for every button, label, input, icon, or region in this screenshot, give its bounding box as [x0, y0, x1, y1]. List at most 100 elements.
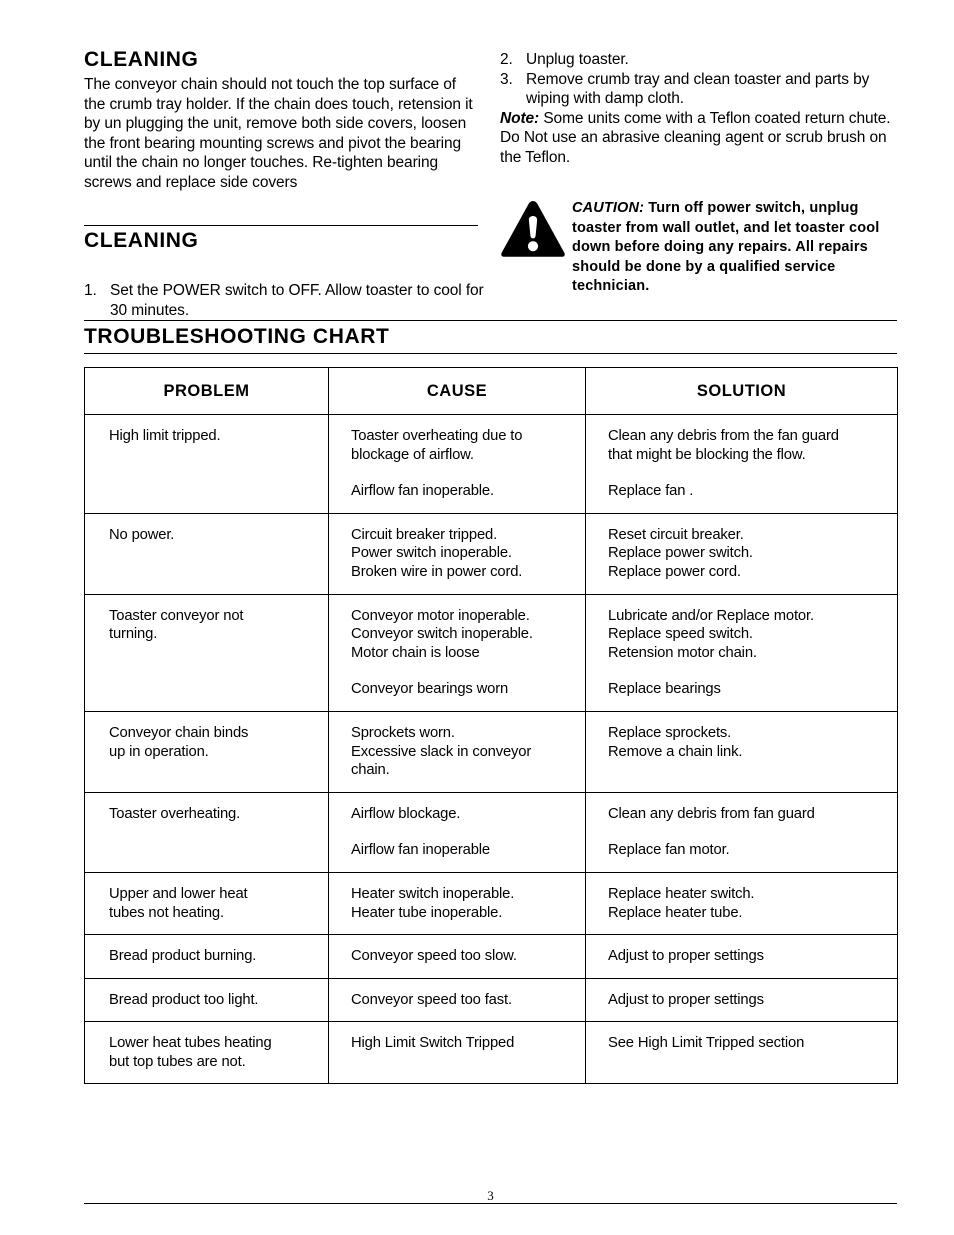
table-row: Bread product too light. Conveyor speed t…	[84, 977, 898, 1023]
footer-divider	[84, 1203, 897, 1204]
list-item: 3. Remove crumb tray and clean toaster an…	[500, 70, 898, 109]
cell-text: Toaster conveyor not turning.	[109, 607, 244, 643]
warning-triangle-icon	[500, 196, 572, 263]
divider	[84, 353, 897, 355]
right-column: 2. Unplug toaster. 3. Remove crumb tray an…	[500, 50, 898, 168]
page-number: 3	[487, 1188, 494, 1203]
table-cell-cause: High Limit Switch Tripped	[328, 1021, 586, 1085]
column-header-solution: SOLUTION	[585, 367, 898, 415]
cell-text: Conveyor bearings worn	[351, 681, 509, 698]
list-item-label: Remove crumb tray and clean toaster and …	[526, 70, 870, 108]
caution-label: CAUTION:	[572, 200, 645, 216]
cell-text: Toaster overheating.	[109, 805, 241, 822]
table-cell-cause: Conveyor motor inoperable. Conveyor swit…	[328, 593, 586, 712]
teflon-note: Note: Some units come with a Teflon coat…	[500, 109, 898, 168]
troubleshooting-table: PROBLEM CAUSE SOLUTION High limit trippe…	[84, 367, 898, 1085]
table-cell-problem: Toaster conveyor not turning.	[84, 593, 329, 712]
table-cell-solution: Clean any debris from the fan guard that…	[585, 414, 898, 514]
numbered-list: 1. Set the POWER switch to OFF. Allow toa…	[84, 281, 484, 320]
table-cell-problem: Bread product burning.	[84, 934, 329, 979]
caution-text-block: CAUTION: Turn off power switch, unplug t…	[572, 196, 900, 297]
cell-text: Conveyor speed too fast.	[351, 991, 512, 1008]
cell-spacer	[351, 464, 585, 482]
table-row: Toaster overheating. Airflow blockage. Air…	[84, 791, 898, 873]
table-cell-problem: Toaster overheating.	[84, 791, 329, 873]
table-cell-cause: Toaster overheating due to blockage of a…	[328, 414, 586, 514]
cell-text: Circuit breaker tripped. Power switch in…	[351, 526, 523, 580]
cell-spacer	[608, 662, 897, 680]
table-cell-cause: Conveyor speed too fast.	[328, 977, 586, 1023]
table-header-row: PROBLEM CAUSE SOLUTION	[84, 367, 898, 415]
table-cell-problem: Upper and lower heat tubes not heating.	[84, 871, 329, 936]
cell-text: See High Limit Tripped section	[608, 1035, 805, 1052]
table-row: Upper and lower heat tubes not heating. H…	[84, 871, 898, 936]
cell-text: Toaster overheating due to blockage of a…	[351, 428, 523, 463]
cleaning-heading-2: CLEANING	[84, 229, 199, 252]
list-item-number: 2.	[500, 51, 513, 68]
table-cell-problem: High limit tripped.	[84, 414, 329, 514]
cell-text: Clean any debris from the fan guard that…	[608, 428, 839, 463]
list-item-label: Unplug toaster.	[526, 51, 629, 68]
table-cell-problem: No power.	[84, 512, 329, 595]
note-label: Note:	[500, 109, 540, 127]
cell-text: Replace sprockets. Remove a chain link.	[608, 724, 743, 760]
cell-text: Airflow blockage.	[351, 805, 461, 822]
cell-spacer	[351, 662, 585, 680]
table-cell-cause: Circuit breaker tripped. Power switch in…	[328, 512, 586, 595]
table-cell-solution: Adjust to proper settings	[585, 977, 898, 1023]
cell-text: Replace fan motor.	[608, 842, 730, 859]
table-cell-problem: Bread product too light.	[84, 977, 329, 1023]
table-row: Bread product burning. Conveyor speed too…	[84, 934, 898, 979]
cleaning-heading: CLEANING	[84, 48, 199, 71]
table-cell-solution: Lubricate and/or Replace motor. Replace …	[585, 593, 898, 712]
table-cell-cause: Sprockets worn. Excessive slack in conve…	[328, 710, 586, 793]
page-footer: 3	[84, 1188, 897, 1204]
cell-text: Lower heat tubes heating but top tubes a…	[109, 1035, 272, 1070]
cell-spacer	[608, 464, 897, 482]
cleaning-paragraph: The conveyor chain should not touch the …	[84, 76, 473, 192]
caution-block: CAUTION: Turn off power switch, unplug t…	[500, 196, 900, 297]
left-column: CLEANING The conveyor chain should not t…	[84, 48, 478, 193]
cleaning-steps-right: 2. Unplug toaster. 3. Remove crumb tray an…	[500, 50, 898, 109]
cell-text: Heater switch inoperable. Heater tube in…	[351, 885, 515, 921]
document-page: CLEANING The conveyor chain should not t…	[0, 0, 954, 1235]
table-cell-solution: Adjust to proper settings	[585, 934, 898, 979]
list-item: 2. Unplug toaster.	[500, 50, 898, 70]
cell-text: Clean any debris from fan guard	[608, 805, 815, 822]
column-header-problem: PROBLEM	[84, 367, 329, 415]
cell-text: Airflow fan inoperable	[351, 842, 490, 859]
cell-text: Replace fan .	[608, 483, 694, 500]
cell-text: No power.	[109, 526, 175, 543]
cell-text: Adjust to proper settings	[608, 948, 764, 965]
table-cell-problem: Lower heat tubes heating but top tubes a…	[84, 1021, 329, 1085]
table-cell-cause: Airflow blockage. Airflow fan inoperable	[328, 791, 586, 873]
list-item-number: 1.	[84, 282, 97, 299]
cell-text: Bread product burning.	[109, 948, 257, 965]
table-row: No power. Circuit breaker tripped. Power …	[84, 512, 898, 595]
troubleshooting-title: TROUBLESHOOTING CHART	[84, 325, 390, 348]
table-cell-solution: Clean any debris from fan guard Replace f…	[585, 791, 898, 873]
table-row: Conveyor chain binds up in operation. Spr…	[84, 710, 898, 793]
table-row: High limit tripped. Toaster overheating d…	[84, 414, 898, 514]
cell-text: Airflow fan inoperable.	[351, 483, 494, 500]
table-cell-problem: Conveyor chain binds up in operation.	[84, 710, 329, 793]
table-row: Toaster conveyor not turning. Conveyor mo…	[84, 593, 898, 712]
divider	[84, 225, 478, 226]
cleaning-section-2: CLEANING	[84, 225, 478, 256]
cell-text: Conveyor chain binds up in operation.	[109, 724, 249, 760]
cell-spacer	[351, 823, 585, 841]
cell-text: Bread product too light.	[109, 991, 259, 1008]
cell-text: Replace heater switch. Replace heater tu…	[608, 885, 755, 921]
list-item: 1. Set the POWER switch to OFF. Allow toa…	[84, 281, 484, 320]
divider	[84, 320, 897, 321]
table-cell-solution: Replace heater switch. Replace heater tu…	[585, 871, 898, 936]
cell-spacer	[608, 823, 897, 841]
troubleshooting-header: TROUBLESHOOTING CHART	[84, 320, 897, 355]
cell-text: Lubricate and/or Replace motor. Replace …	[608, 607, 814, 661]
table-cell-cause: Heater switch inoperable. Heater tube in…	[328, 871, 586, 936]
table-row: Lower heat tubes heating but top tubes a…	[84, 1021, 898, 1085]
table-cell-solution: Reset circuit breaker. Replace power swi…	[585, 512, 898, 595]
cell-text: High limit tripped.	[109, 428, 221, 444]
cell-text: Reset circuit breaker. Replace power swi…	[608, 526, 753, 580]
list-item-label: Set the POWER switch to OFF. Allow toast…	[110, 282, 484, 319]
